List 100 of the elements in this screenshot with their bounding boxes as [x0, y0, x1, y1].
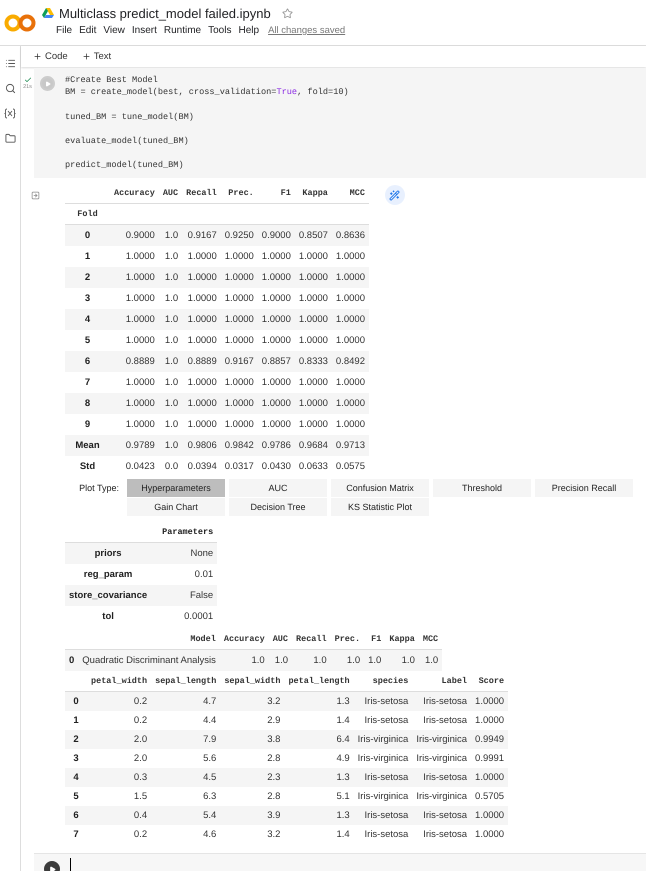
output-icon[interactable]: [31, 191, 40, 200]
plot-type-button[interactable]: Confusion Matrix: [331, 479, 429, 497]
table-cell: 1.0000: [110, 330, 159, 351]
plot-type-button[interactable]: Hyperparameters: [127, 479, 225, 497]
table-cell: 0.9842: [220, 435, 258, 456]
parameter-name: tol: [65, 606, 152, 627]
code-line: #Create Best Model: [65, 74, 159, 86]
table-cell: 0.2: [87, 825, 152, 844]
menu-item[interactable]: View: [103, 25, 125, 36]
logo-icon: [4, 13, 36, 33]
table-cell: 1.0000: [110, 372, 159, 393]
parameter-name: reg_param: [65, 564, 152, 585]
search-icon[interactable]: [4, 83, 16, 94]
table-cell: 0.9167: [182, 224, 221, 246]
table-cell: 1.0000: [220, 288, 258, 309]
table-cell: 1.0000: [110, 267, 159, 288]
table-cell: 1.5: [87, 787, 152, 806]
table-cell: 1.0000: [258, 372, 295, 393]
table-cell: 0.01: [151, 564, 218, 585]
table-cell: 1.0000: [332, 246, 369, 267]
column-header: sepal_width: [220, 671, 284, 692]
save-status-link[interactable]: All changes saved: [268, 25, 346, 36]
table-cell: 1.0000: [182, 414, 221, 435]
table-cell: 5.6: [151, 749, 220, 768]
table-cell: 1.0000: [332, 414, 369, 435]
menu-item[interactable]: Tools: [208, 25, 232, 36]
menu-item[interactable]: File: [56, 25, 72, 36]
star-icon[interactable]: [282, 8, 293, 18]
table-cell: 0.8889: [182, 351, 221, 372]
table-cell: Iris-setosa: [354, 711, 412, 730]
table-cell: 2.0: [87, 730, 152, 749]
table-cell: 4.7: [151, 692, 220, 711]
table-cell: 0.9806: [182, 435, 221, 456]
table-cell: 0.8857: [258, 351, 295, 372]
folder-icon[interactable]: [4, 133, 16, 144]
row-index: 4: [65, 768, 87, 787]
row-index: 1: [65, 246, 110, 267]
table-cell: 1.0000: [471, 692, 508, 711]
table-cell: 1.0000: [182, 393, 221, 414]
plot-type-button[interactable]: KS Statistic Plot: [331, 498, 429, 516]
table-cell: None: [151, 542, 218, 564]
table-cell: 1.0000: [294, 288, 332, 309]
table-cell: 4.9: [284, 749, 354, 768]
table-cell: 1.3: [284, 768, 354, 787]
table-cell: 0.8889: [110, 351, 159, 372]
plot-type-button[interactable]: Decision Tree: [229, 498, 327, 516]
table-cell: 1.0000: [294, 393, 332, 414]
table-cell: 1.0: [158, 435, 182, 456]
row-index: 6: [65, 806, 87, 825]
table-cell: Iris-setosa: [354, 825, 412, 844]
add-cell-button[interactable]: Text: [80, 51, 114, 62]
table-cell: 0.0001: [151, 606, 218, 627]
column-header: F1: [364, 629, 386, 650]
drive-icon: [42, 8, 54, 18]
table-cell: Iris-virginica: [412, 730, 472, 749]
table-cell: Iris-virginica: [354, 749, 412, 768]
table-cell: 1.0000: [258, 330, 295, 351]
menu-item[interactable]: Edit: [79, 25, 96, 36]
plot-type-button[interactable]: AUC: [229, 479, 327, 497]
table-cell: 1.0: [364, 650, 386, 671]
table-cell: 0.0430: [258, 456, 295, 477]
table-cell: Iris-virginica: [412, 749, 472, 768]
plot-type-button[interactable]: Precision Recall: [535, 479, 633, 497]
plot-type-button[interactable]: Threshold: [433, 479, 531, 497]
magic-wand-button[interactable]: [384, 185, 405, 205]
add-cell-button[interactable]: Code: [31, 51, 70, 62]
table-cell: 1.0000: [471, 711, 508, 730]
table-cell: 1.0000: [110, 393, 159, 414]
table-cell: 5.1: [284, 787, 354, 806]
table-cell: 1.0000: [294, 414, 332, 435]
table-cell: False: [151, 585, 218, 606]
table-cell: 0.9000: [110, 224, 159, 246]
empty-code-cell[interactable]: [34, 853, 646, 871]
menu-item[interactable]: Runtime: [164, 25, 202, 36]
table-cell: 1.0000: [220, 330, 258, 351]
row-index: 8: [65, 393, 110, 414]
table-cell: 1.0: [158, 330, 182, 351]
notebook-title[interactable]: Multiclass predict_model failed.ipynb: [59, 6, 271, 20]
table-cell: 1.0: [158, 224, 182, 246]
table-cell: 0.2: [87, 692, 152, 711]
menu-item[interactable]: Insert: [132, 25, 157, 36]
plot-type-button[interactable]: Gain Chart: [127, 498, 225, 516]
table-cell: 1.0000: [110, 246, 159, 267]
variables-icon[interactable]: [4, 108, 16, 119]
table-cell: 1.0000: [332, 288, 369, 309]
table-cell: 0.8333: [294, 351, 332, 372]
table-cell: 1.4: [284, 711, 354, 730]
table-cell: 0.8492: [332, 351, 369, 372]
parameter-name: priors: [65, 542, 152, 564]
table-cell: 7.9: [151, 730, 220, 749]
row-index: 9: [65, 414, 110, 435]
table-cell: Iris-setosa: [412, 806, 472, 825]
row-index: 7: [65, 825, 87, 844]
code-cell[interactable]: #Create Best Model BM = create_model(best, cross_validation=True, fold=10) tuned_BM = tune_model(BM) evaluate_model(tuned_BM) predict_model(tuned_BM): [34, 68, 646, 178]
row-index: 5: [65, 787, 87, 806]
table-cell: 1.0000: [332, 309, 369, 330]
table-cell: 2.8: [220, 787, 284, 806]
column-header: MCC: [332, 183, 369, 204]
menu-item[interactable]: Help: [238, 25, 260, 36]
table-cell: 0.0633: [294, 456, 332, 477]
